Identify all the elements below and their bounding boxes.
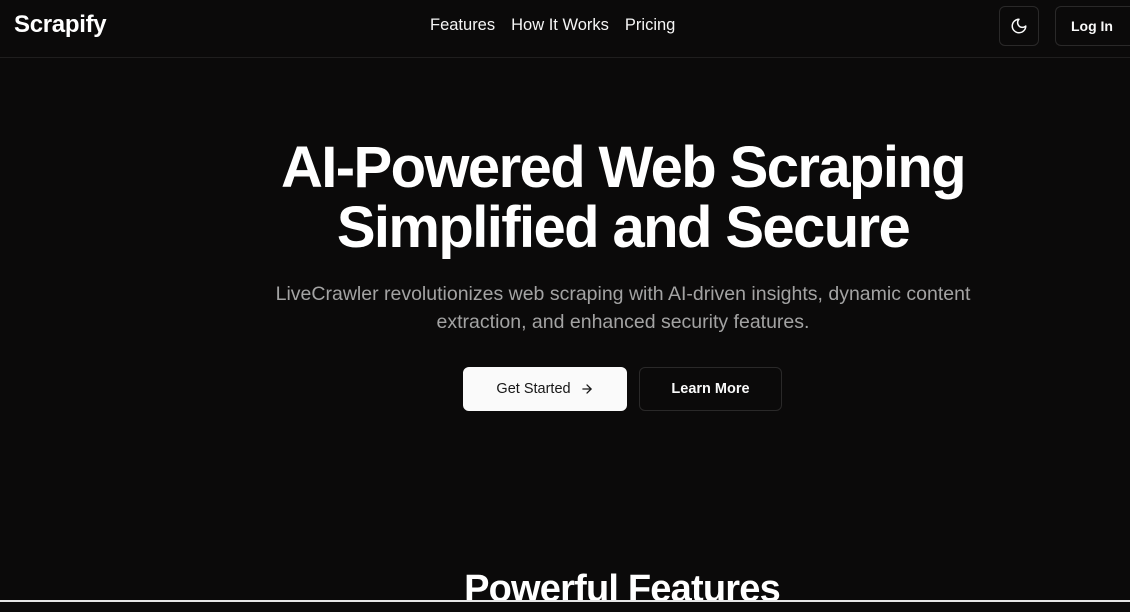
login-button[interactable]: Log In xyxy=(1055,6,1130,46)
get-started-label: Get Started xyxy=(496,381,571,397)
arrow-right-icon xyxy=(581,384,592,394)
hero-subtitle: LiveCrawler revolutionizes web scraping … xyxy=(275,283,971,333)
brand-logo[interactable]: Scrapify xyxy=(14,11,107,39)
nav-link-how-it-works[interactable]: How It Works xyxy=(511,16,609,35)
cta-row: Get Started Learn More xyxy=(463,367,782,411)
hero-title-line-2: Simplified and Secure xyxy=(336,195,911,260)
moon-icon xyxy=(1011,18,1027,34)
hero-title: AI-Powered Web Scraping Simplified and S… xyxy=(0,138,1130,258)
theme-toggle-button[interactable] xyxy=(999,6,1039,46)
get-started-button[interactable]: Get Started xyxy=(463,367,627,411)
nav-link-features[interactable]: Features xyxy=(430,16,495,35)
hero-title-line-1: AI-Powered Web Scraping xyxy=(280,135,967,200)
features-section-title: Powerful Features xyxy=(464,568,781,610)
nav-link-pricing[interactable]: Pricing xyxy=(625,16,675,35)
navbar: Scrapify Features How It Works Pricing L… xyxy=(0,0,1130,58)
learn-more-button[interactable]: Learn More xyxy=(639,367,782,411)
nav-links: Features How It Works Pricing xyxy=(430,16,675,35)
